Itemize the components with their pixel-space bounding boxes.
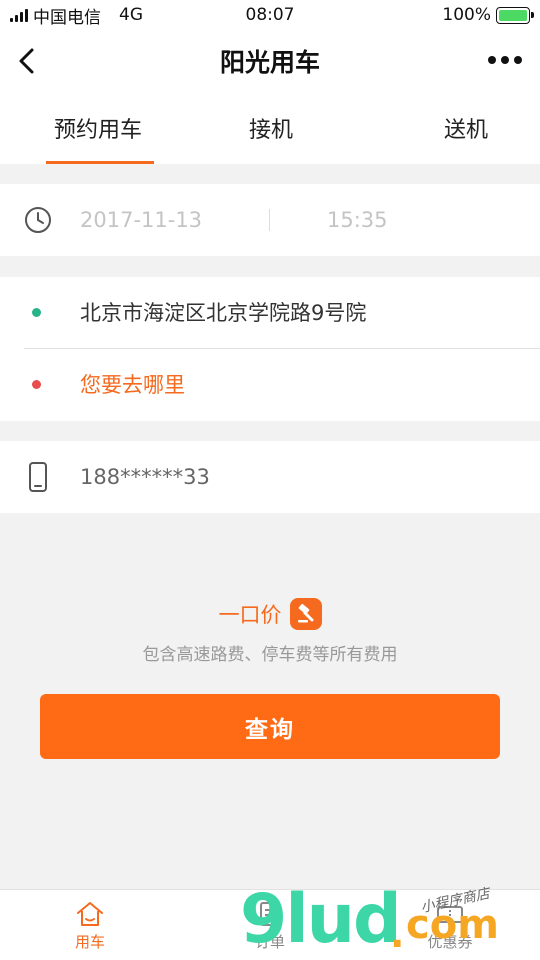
destination-row[interactable]: 您要去哪里	[0, 349, 540, 421]
tab-label: 预约用车	[54, 118, 143, 143]
hammer-icon	[289, 598, 322, 630]
battery-icon	[496, 6, 534, 24]
tab-label: 送机	[444, 118, 489, 143]
phone-icon	[29, 462, 47, 492]
nav-bar: 阳光用车	[0, 30, 540, 92]
price-subtitle: 包含高速路费、停车费等所有费用	[142, 645, 398, 665]
tab-dropoff[interactable]: 送机	[343, 92, 540, 164]
service-tabs: 预约用车 接机 送机	[0, 92, 540, 164]
more-icon[interactable]	[488, 56, 522, 64]
price-info: 一口价 包含高速路费、停车费等所有费用	[0, 598, 540, 665]
destination-input[interactable]: 您要去哪里	[80, 349, 185, 421]
bottom-tabbar: 用车 订单 优惠券	[0, 889, 540, 960]
page-title: 阳光用车	[219, 48, 320, 77]
query-button[interactable]: 查询	[40, 694, 500, 759]
tab-label: 接机	[249, 118, 294, 143]
destination-dot-icon	[32, 380, 41, 389]
network-type: 4G	[119, 5, 143, 25]
time-separator	[269, 209, 270, 231]
date-picker[interactable]: 2017-11-13	[80, 184, 202, 256]
start-dot-icon	[32, 308, 41, 317]
time-row[interactable]: 2017-11-13 15:35	[0, 184, 540, 256]
address-card: 北京市海淀区北京学院路9号院 您要去哪里	[0, 277, 540, 421]
coupon-icon	[437, 905, 463, 923]
time-card: 2017-11-13 15:35	[0, 184, 540, 256]
signal-icon	[10, 8, 28, 22]
phone-row[interactable]: 188******33	[0, 441, 540, 513]
carrier-name: 中国电信	[33, 7, 101, 28]
start-address[interactable]: 北京市海淀区北京学院路9号院	[80, 277, 366, 349]
status-bar: 中国电信 4G 08:07 100%	[0, 0, 540, 30]
start-address-row[interactable]: 北京市海淀区北京学院路9号院	[0, 277, 540, 349]
phone-card: 188******33	[0, 441, 540, 513]
tabbar-label: 优惠券	[427, 932, 473, 951]
order-icon	[260, 901, 280, 926]
battery-percent: 100%	[442, 5, 491, 25]
tabbar-label: 订单	[254, 932, 285, 951]
phone-number[interactable]: 188******33	[80, 441, 210, 513]
home-icon	[77, 901, 103, 926]
battery-status: 100%	[442, 5, 534, 25]
clock-icon	[25, 207, 51, 233]
time-picker[interactable]: 15:35	[327, 184, 388, 256]
tabbar-label: 用车	[74, 932, 105, 951]
price-title: 一口价	[218, 603, 282, 627]
back-arrow-icon[interactable]	[14, 46, 44, 76]
tabbar-item-car[interactable]: 用车	[0, 890, 180, 960]
tab-reserve[interactable]: 预约用车	[0, 92, 199, 164]
tabbar-item-coupons[interactable]: 优惠券	[360, 890, 540, 960]
tab-pickup[interactable]: 接机	[199, 92, 344, 164]
tabbar-item-orders[interactable]: 订单	[180, 890, 360, 960]
